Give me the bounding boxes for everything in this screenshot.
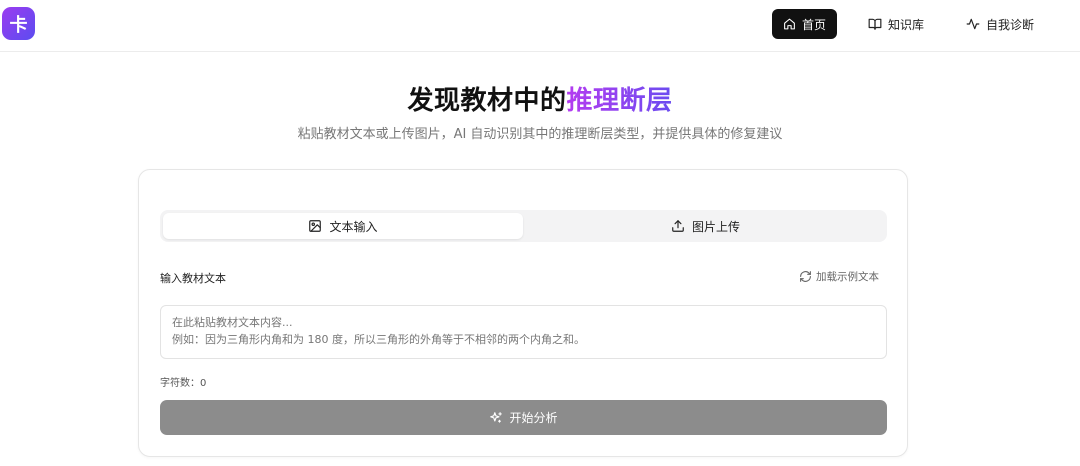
load-sample-button[interactable]: 加载示例文本 (799, 269, 879, 284)
load-sample-label: 加载示例文本 (816, 271, 879, 283)
input-card: 文本输入 图片上传 输入教材文本 加载示例文本 在此粘贴教材文本内容... 例如… (138, 169, 908, 457)
textbook-text-input[interactable]: 在此粘贴教材文本内容... 例如：因为三角形内角和为 180 度，所以三角形的外… (160, 305, 887, 359)
sparkles-icon (490, 411, 503, 423)
home-icon (784, 18, 795, 30)
image-icon (309, 220, 322, 232)
page-title-highlight: 推理断层 (566, 86, 673, 116)
nav-self-diagnosis-label: 自我诊断 (986, 17, 1035, 32)
upload-icon (672, 220, 684, 232)
app-logo[interactable]: 卡 (2, 7, 35, 40)
start-analysis-label: 开始分析 (509, 411, 558, 425)
tab-image-upload[interactable]: 图片上传 (527, 213, 884, 239)
page-subtitle: 粘贴教材文本或上传图片，AI 自动识别其中的推理断层类型，并提供具体的修复建议 (297, 127, 783, 142)
refresh-icon (800, 271, 811, 282)
activity-icon (966, 18, 980, 30)
page-title-prefix: 发现教材中的 (407, 86, 567, 116)
nav-home[interactable]: 首页 (772, 9, 837, 39)
page-title: 发现教材中的推理断层 (0, 80, 1080, 117)
nav-self-diagnosis[interactable]: 自我诊断 (955, 9, 1045, 39)
tab-text-input[interactable]: 文本输入 (163, 213, 523, 239)
nav-knowledge-base-label: 知识库 (888, 17, 925, 32)
nav-knowledge-base[interactable]: 知识库 (857, 9, 935, 39)
start-analysis-button[interactable]: 开始分析 (160, 400, 887, 435)
textarea-label: 输入教材文本 (160, 272, 226, 285)
placeholder-line-2: 例如：因为三角形内角和为 180 度，所以三角形的外角等于不相邻的两个内角之和。 (172, 333, 585, 346)
book-open-icon (868, 18, 882, 30)
char-count: 字符数：0 (160, 378, 207, 389)
nav-home-label: 首页 (801, 17, 826, 32)
tab-text-input-label: 文本输入 (329, 219, 378, 234)
placeholder-line-1: 在此粘贴教材文本内容... (172, 316, 293, 329)
tab-image-upload-label: 图片上传 (691, 219, 740, 234)
top-navigation-bar: 卡 首页 知识库 自我诊断 (0, 0, 1080, 52)
input-mode-tabs: 文本输入 图片上传 (160, 210, 887, 242)
